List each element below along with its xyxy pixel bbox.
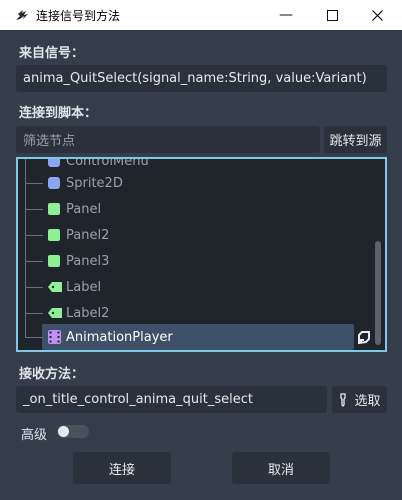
tree-row-label: AnimationPlayer	[66, 329, 173, 345]
tree-branch	[25, 235, 43, 236]
method-label: 接收方法：	[19, 367, 85, 382]
sprite2d-icon	[48, 177, 60, 189]
tree-row-selected[interactable]: AnimationPlayer	[18, 324, 385, 350]
tree-row-label: Panel	[66, 201, 102, 217]
advanced-toggle[interactable]	[57, 425, 89, 438]
script-label: 连接到脚本：	[19, 106, 98, 121]
close-button[interactable]	[354, 0, 400, 30]
cancel-label: 取消	[267, 462, 294, 478]
tree-row-label: ControlMenu	[66, 157, 149, 169]
title-bar: 连接信号到方法 —	[0, 0, 402, 30]
tree-row-label: Label	[66, 279, 102, 295]
maximize-button[interactable]	[309, 0, 355, 30]
eyedropper-icon	[340, 392, 347, 407]
godot-signal-icon	[16, 10, 28, 20]
connect-button[interactable]: 连接	[73, 452, 171, 484]
minimize-icon: —	[279, 7, 293, 23]
advanced-label: 高级	[21, 428, 48, 443]
tree-row-label: Panel3	[66, 253, 110, 269]
signal-value: anima_QuitSelect(signal_name:String, val…	[23, 71, 367, 86]
tree-row-label: Label2	[66, 305, 110, 321]
method-value: _on_title_control_anima_quit_select	[23, 392, 253, 407]
tree-row[interactable]: Panel	[18, 196, 385, 222]
filter-nodes-input[interactable]: 筛选节点	[16, 126, 320, 153]
script-icon[interactable]	[357, 330, 371, 344]
tree-row[interactable]: Panel2	[18, 222, 385, 248]
label-icon	[48, 282, 62, 292]
tree-row-label: Panel2	[66, 227, 110, 243]
label-icon	[48, 308, 62, 318]
pick-method-label: 选取	[354, 394, 381, 409]
jump-to-source-label: 跳转到源	[329, 134, 382, 149]
animation-player-icon	[48, 330, 61, 344]
jump-to-source-button[interactable]: 跳转到源	[324, 126, 387, 153]
tree-row[interactable]: Panel3	[18, 248, 385, 274]
tree-row[interactable]: Label2	[18, 300, 385, 326]
toggle-knob	[58, 426, 69, 437]
panel-icon	[48, 229, 60, 241]
minimize-button[interactable]: —	[263, 0, 309, 30]
tree-branch	[25, 261, 43, 262]
tree-branch	[25, 209, 43, 210]
tree-branch	[25, 287, 43, 288]
method-name-input[interactable]: _on_title_control_anima_quit_select	[16, 386, 327, 413]
tree-branch	[25, 313, 43, 314]
connect-signal-dialog: 连接信号到方法 — 来自信号： anima_QuitSelect(signal_…	[0, 0, 402, 500]
tree-branch	[25, 183, 43, 184]
signal-field[interactable]: anima_QuitSelect(signal_name:String, val…	[16, 65, 387, 92]
tree-row[interactable]: Label	[18, 274, 385, 300]
panel-icon	[48, 203, 60, 215]
window-title: 连接信号到方法	[36, 8, 121, 23]
tree-row-label: Sprite2D	[66, 175, 123, 191]
signal-label: 来自信号：	[19, 46, 85, 61]
node-tree[interactable]: ControlMenu Sprite2D Panel Panel2 Panel3…	[16, 157, 387, 352]
cancel-button[interactable]: 取消	[232, 452, 330, 484]
pick-method-button[interactable]: 选取	[332, 386, 387, 413]
tree-scrollbar[interactable]	[375, 241, 381, 345]
partial-node-icon	[48, 159, 60, 167]
tree-row[interactable]: Sprite2D	[18, 170, 385, 196]
close-icon	[371, 9, 383, 21]
maximize-icon	[326, 9, 338, 21]
filter-placeholder: 筛选节点	[23, 134, 76, 149]
tree-branch	[25, 337, 43, 338]
connect-label: 连接	[108, 462, 135, 478]
panel-icon	[48, 255, 60, 267]
